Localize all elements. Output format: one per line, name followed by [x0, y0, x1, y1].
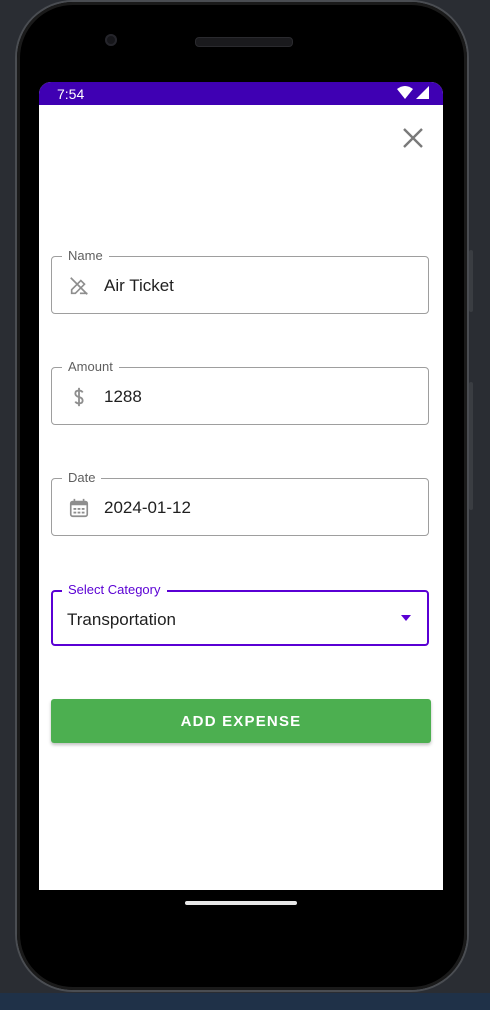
status-time: 7:54 [57, 86, 85, 102]
amount-label: Amount [62, 359, 119, 374]
amount-input[interactable]: 1288 [104, 387, 142, 407]
edit-off-icon [70, 277, 88, 295]
date-input[interactable]: 2024-01-12 [104, 498, 191, 518]
desktop-strip [0, 993, 490, 1010]
close-button[interactable] [401, 126, 425, 150]
add-expense-button[interactable]: ADD EXPENSE [51, 699, 431, 743]
signal-icon [416, 86, 429, 99]
category-select[interactable]: Select Category Transportation [51, 582, 429, 646]
front-camera [105, 34, 117, 46]
dollar-icon [74, 387, 84, 407]
name-input[interactable]: Air Ticket [104, 276, 174, 296]
date-field[interactable]: Date 2024-01-12 [51, 470, 429, 536]
category-value: Transportation [67, 610, 176, 629]
speaker-grille [195, 37, 293, 47]
date-label: Date [62, 470, 102, 485]
gesture-nav-handle[interactable] [185, 901, 297, 905]
name-field[interactable]: Name Air Ticket [51, 248, 429, 314]
name-label: Name [62, 248, 109, 263]
status-bar: 7:54 [39, 82, 443, 105]
close-icon [403, 128, 423, 148]
wifi-icon [397, 86, 413, 99]
volume-up-button [469, 250, 473, 312]
dropdown-arrow-icon[interactable] [401, 615, 411, 621]
phone-frame: 7:54 Name Air Ticket Amount 1288 Date 20… [17, 2, 473, 990]
amount-field[interactable]: Amount 1288 [51, 359, 429, 425]
power-button [469, 382, 473, 510]
app-screen: 7:54 Name Air Ticket Amount 1288 Date 20… [39, 82, 443, 890]
calendar-icon [69, 498, 89, 518]
category-label: Select Category [62, 582, 167, 597]
